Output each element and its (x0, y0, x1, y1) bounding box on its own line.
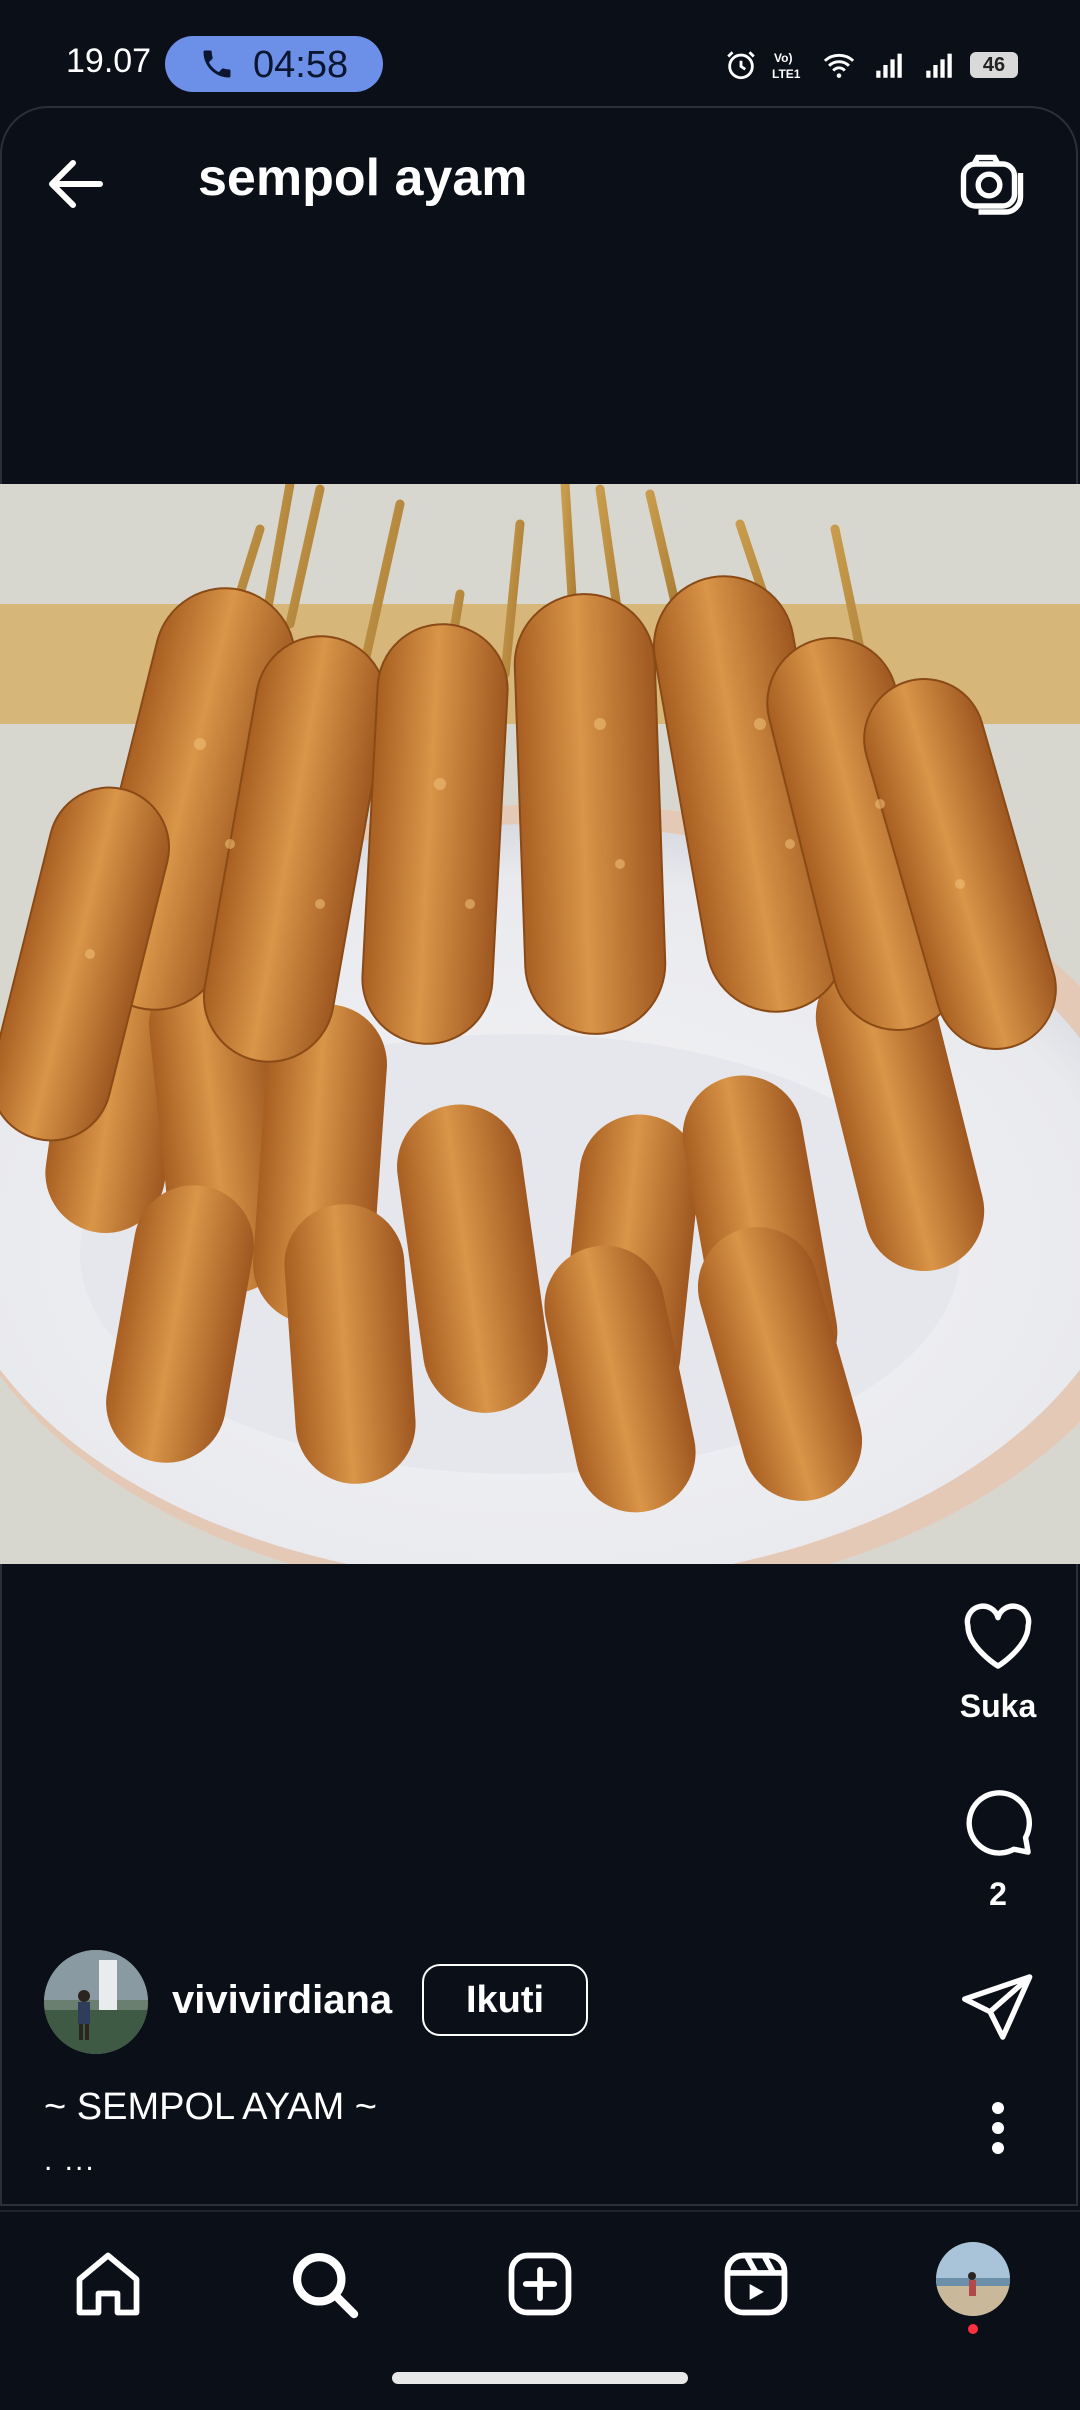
create-icon[interactable] (502, 2246, 578, 2322)
reels-icon[interactable] (718, 2246, 794, 2322)
phone-icon (203, 50, 231, 78)
notification-dot (968, 2324, 978, 2334)
ongoing-call-pill[interactable]: 04:58 (165, 36, 383, 92)
share-button[interactable] (950, 1972, 1046, 2042)
sempol-photo-illustration (0, 484, 1080, 1564)
svg-text:Vo): Vo) (774, 51, 792, 65)
status-bar: 19.07 04:58 Vo) LTE1 46 (0, 0, 1080, 108)
status-icons: Vo) LTE1 46 (724, 40, 1018, 90)
like-button[interactable]: Suka (950, 1600, 1046, 1725)
camera-icon[interactable] (956, 146, 1028, 218)
comment-button[interactable]: 2 (950, 1784, 1046, 1913)
page-title: sempol ayam (198, 149, 528, 207)
status-time: 19.07 (66, 42, 152, 80)
back-arrow-icon[interactable] (40, 148, 112, 220)
avatar-image (44, 1950, 148, 2054)
signal-icon-2 (926, 53, 952, 78)
search-icon[interactable] (286, 2246, 362, 2322)
home-icon[interactable] (70, 2246, 146, 2322)
more-icon[interactable] (982, 2098, 1014, 2158)
alarm-icon (727, 51, 755, 80)
post-caption: ~ SEMPOL AYAM ~ (44, 2086, 377, 2128)
battery-indicator: 46 (970, 52, 1018, 78)
volte-icon: Vo) LTE1 (772, 51, 801, 81)
comment-count: 2 (989, 1876, 1007, 1912)
comment-icon (966, 1790, 1032, 1856)
heart-icon (964, 1603, 1032, 1669)
post-photo[interactable] (0, 484, 1080, 1564)
svg-text:LTE1: LTE1 (772, 67, 801, 81)
author-avatar[interactable] (44, 1950, 148, 2054)
follow-button[interactable]: Ikuti (422, 1964, 588, 2036)
profile-avatar-image (936, 2242, 1010, 2316)
profile-avatar[interactable] (936, 2242, 1010, 2316)
home-indicator[interactable] (392, 2372, 688, 2384)
wifi-icon (823, 53, 855, 78)
signal-icon (876, 53, 902, 78)
caption-more[interactable]: . ... (44, 2144, 96, 2178)
send-icon (962, 1974, 1033, 2040)
author-username[interactable]: vivivirdiana (172, 1978, 392, 2023)
call-duration: 04:58 (253, 44, 349, 86)
like-label: Suka (959, 1688, 1037, 1724)
